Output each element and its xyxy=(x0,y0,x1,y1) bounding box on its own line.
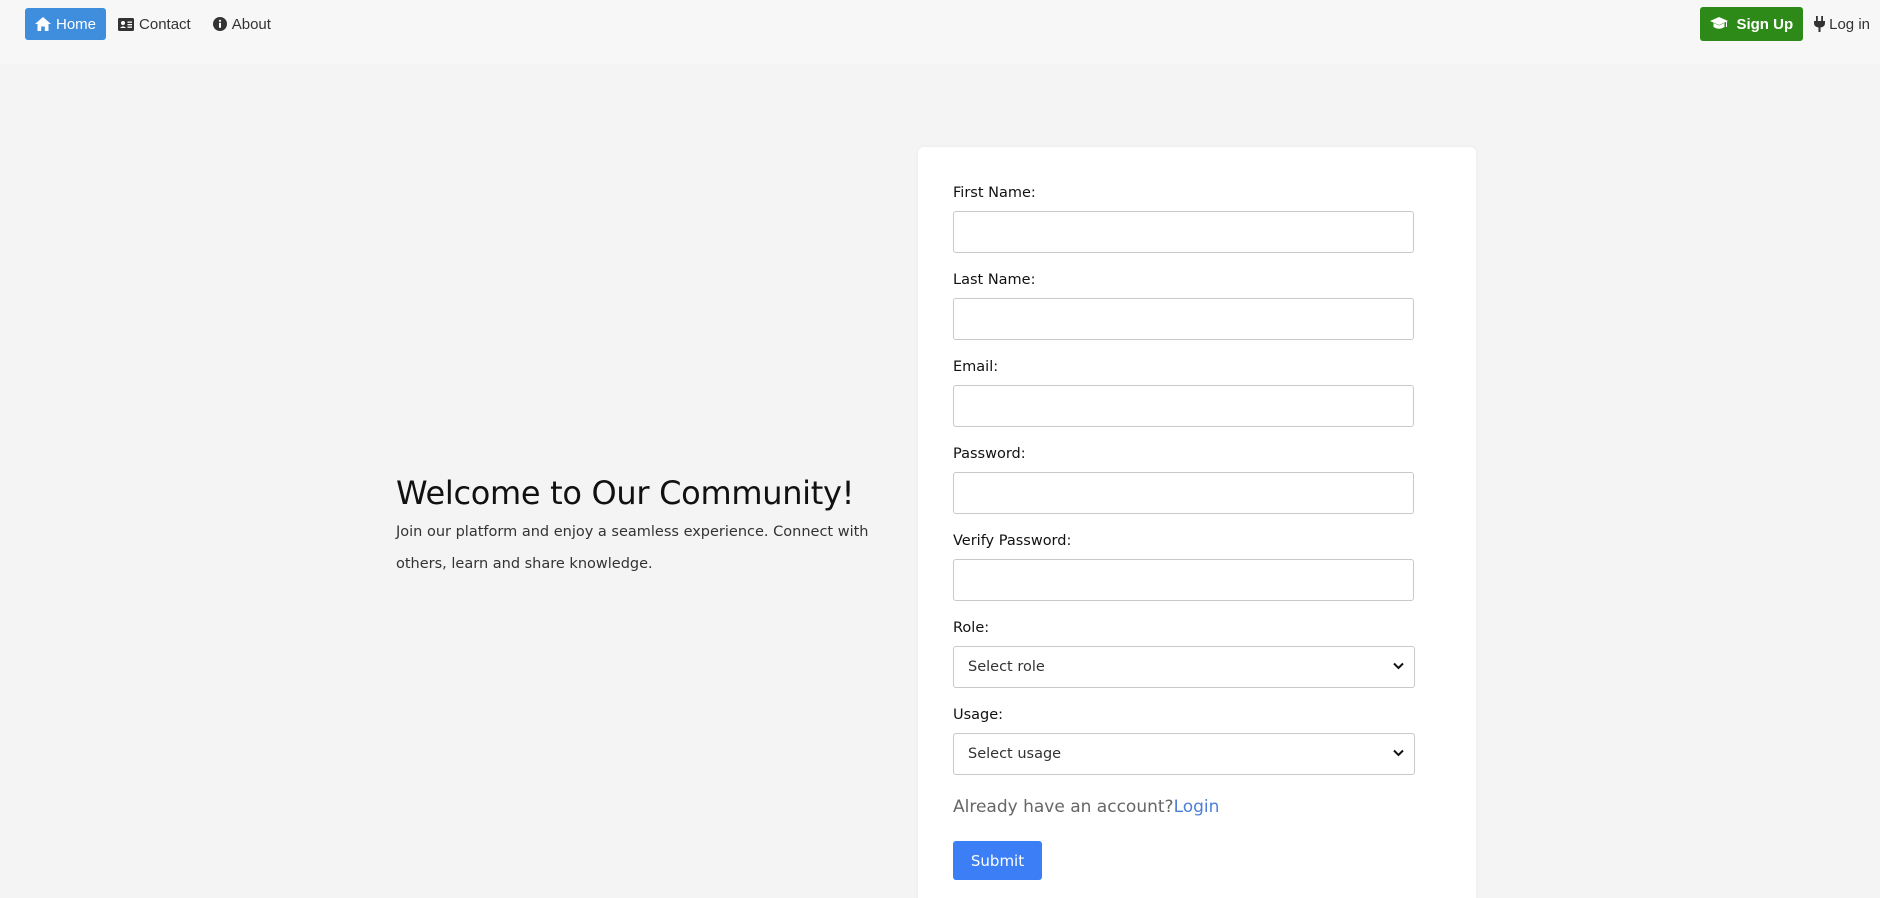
nav-right: Sign Up Log in xyxy=(1700,7,1870,41)
password-label: Password: xyxy=(953,446,1026,462)
login-nav-link[interactable]: Log in xyxy=(1814,16,1870,33)
email-input[interactable] xyxy=(953,385,1414,427)
role-field: Role: Select role xyxy=(953,618,1415,705)
account-prompt-line: Already have an account?Login xyxy=(953,797,1415,825)
hero-title: Welcome to Our Community! xyxy=(396,474,855,512)
submit-button[interactable]: Submit xyxy=(953,841,1042,880)
first-name-label: First Name: xyxy=(953,185,1036,201)
hero-description: Join our platform and enjoy a seamless e… xyxy=(396,524,869,572)
verify-password-input[interactable] xyxy=(953,559,1414,601)
signup-button[interactable]: Sign Up xyxy=(1700,7,1804,41)
usage-field: Usage: Select usage xyxy=(953,705,1415,792)
chevron-down-icon xyxy=(1393,662,1404,670)
role-selected-value: Select role xyxy=(968,659,1045,675)
account-prompt-text: Already have an account? xyxy=(953,797,1174,817)
home-icon xyxy=(35,17,51,31)
nav-contact[interactable]: Contact xyxy=(108,8,201,40)
signup-card: First Name: Last Name: Email: Password: … xyxy=(918,147,1476,898)
last-name-input[interactable] xyxy=(953,298,1414,340)
nav-left: Home Contact About xyxy=(25,8,283,40)
verify-password-label: Verify Password: xyxy=(953,533,1072,549)
email-field: Email: xyxy=(953,357,1415,444)
usage-selected-value: Select usage xyxy=(968,746,1062,762)
signup-form: First Name: Last Name: Email: Password: … xyxy=(953,183,1415,880)
nav-home-label: Home xyxy=(56,15,97,33)
nav-about-label: About xyxy=(231,15,271,33)
verify-password-field: Verify Password: xyxy=(953,531,1415,618)
nav-contact-label: Contact xyxy=(139,15,191,33)
password-input[interactable] xyxy=(953,472,1414,514)
role-label: Role: xyxy=(953,620,990,636)
id-card-icon xyxy=(118,17,135,31)
graduation-cap-icon xyxy=(1710,17,1729,29)
hero-section: Welcome to Our Community! Join our platf… xyxy=(396,474,896,580)
login-nav-label: Log in xyxy=(1829,15,1870,33)
nav-home[interactable]: Home xyxy=(25,8,107,40)
chevron-down-icon xyxy=(1393,749,1404,757)
first-name-input[interactable] xyxy=(953,211,1414,253)
usage-select[interactable]: Select usage xyxy=(953,733,1415,775)
role-select[interactable]: Select role xyxy=(953,646,1415,688)
info-icon xyxy=(212,17,227,31)
top-navbar: Home Contact About Sign Up Log in xyxy=(0,0,1880,64)
first-name-field: First Name: xyxy=(953,183,1415,270)
usage-label: Usage: xyxy=(953,707,1004,723)
email-label: Email: xyxy=(953,359,999,375)
login-link[interactable]: Login xyxy=(1174,797,1220,817)
signup-label: Sign Up xyxy=(1736,15,1794,33)
password-field: Password: xyxy=(953,444,1415,531)
plug-icon xyxy=(1814,16,1826,32)
last-name-label: Last Name: xyxy=(953,272,1036,288)
last-name-field: Last Name: xyxy=(953,270,1415,357)
nav-about[interactable]: About xyxy=(203,8,281,40)
